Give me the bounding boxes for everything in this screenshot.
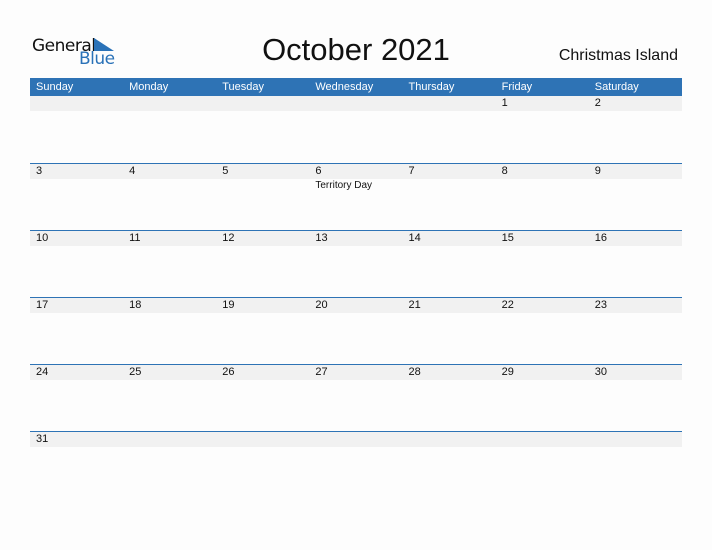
day-number xyxy=(30,96,123,111)
day-number: 10 xyxy=(36,232,49,244)
day-number: 27 xyxy=(315,366,328,378)
day-number: 6 xyxy=(315,165,322,177)
week-row: 10 11 12 13 14 15 16 xyxy=(30,230,682,297)
day-number: 31 xyxy=(36,433,49,445)
week-row: 3 4 5 6 7 8 9 Territory Day xyxy=(30,163,682,230)
day-number: 12 xyxy=(222,232,235,244)
day-number: 22 xyxy=(501,299,514,311)
day-number: 19 xyxy=(222,299,235,311)
day-number-band: 12 xyxy=(30,96,682,111)
day-event xyxy=(589,179,682,193)
day-number: 20 xyxy=(315,299,328,311)
day-event xyxy=(403,179,496,193)
day-number: 1 xyxy=(501,97,508,109)
day-number: 23 xyxy=(594,299,607,311)
day-number xyxy=(496,432,589,447)
weekday-friday: Friday xyxy=(501,81,533,93)
day-event: Territory Day xyxy=(315,180,373,191)
day-number: 5 xyxy=(222,165,229,177)
day-number xyxy=(589,432,682,447)
day-number: 7 xyxy=(408,165,415,177)
day-number xyxy=(403,432,496,447)
day-number xyxy=(123,432,216,447)
day-number-band: 17 18 19 20 21 22 23 xyxy=(30,298,682,313)
calendar: Sunday Monday Tuesday Wednesday Thursday… xyxy=(30,78,682,498)
day-number: 8 xyxy=(501,165,508,177)
day-number xyxy=(123,96,216,111)
day-number: 18 xyxy=(129,299,142,311)
weekday-saturday: Saturday xyxy=(594,81,639,93)
day-event xyxy=(496,179,589,193)
week-row: 31 xyxy=(30,431,682,498)
day-event xyxy=(123,179,216,193)
day-number: 29 xyxy=(501,366,514,378)
day-number: 30 xyxy=(594,366,607,378)
day-number xyxy=(309,96,402,111)
day-event xyxy=(216,179,309,193)
day-number: 16 xyxy=(594,232,607,244)
week-row: 24 25 26 27 28 29 30 xyxy=(30,364,682,431)
weekday-wednesday: Wednesday xyxy=(315,81,374,93)
day-number: 13 xyxy=(315,232,328,244)
week-row: 12 xyxy=(30,96,682,163)
day-number: 15 xyxy=(501,232,514,244)
day-number xyxy=(309,432,402,447)
weekday-thursday: Thursday xyxy=(408,81,455,93)
day-number: 24 xyxy=(36,366,49,378)
day-number: 14 xyxy=(408,232,421,244)
weekday-header: Sunday Monday Tuesday Wednesday Thursday… xyxy=(30,78,682,96)
events-row: Territory Day xyxy=(30,179,682,193)
day-number xyxy=(216,96,309,111)
day-number: 2 xyxy=(594,97,601,109)
day-number: 3 xyxy=(36,165,43,177)
day-number-band: 24 25 26 27 28 29 30 xyxy=(30,365,682,380)
day-number-band: 10 11 12 13 14 15 16 xyxy=(30,231,682,246)
weekday-sunday: Sunday xyxy=(36,81,74,93)
day-number: 9 xyxy=(594,165,601,177)
country-label: Christmas Island xyxy=(558,47,678,64)
day-number-band: 3 4 5 6 7 8 9 xyxy=(30,164,682,179)
week-row: 17 18 19 20 21 22 23 xyxy=(30,297,682,364)
day-number: 25 xyxy=(129,366,142,378)
day-number xyxy=(216,432,309,447)
day-number-band: 31 xyxy=(30,432,682,447)
day-number: 28 xyxy=(408,366,421,378)
day-number: 4 xyxy=(129,165,136,177)
weekday-tuesday: Tuesday xyxy=(222,81,265,93)
day-number: 21 xyxy=(408,299,421,311)
day-number: 11 xyxy=(129,232,141,244)
weekday-monday: Monday xyxy=(129,81,169,93)
day-number xyxy=(403,96,496,111)
day-number: 26 xyxy=(222,366,235,378)
day-event xyxy=(30,179,123,193)
day-number: 17 xyxy=(36,299,49,311)
